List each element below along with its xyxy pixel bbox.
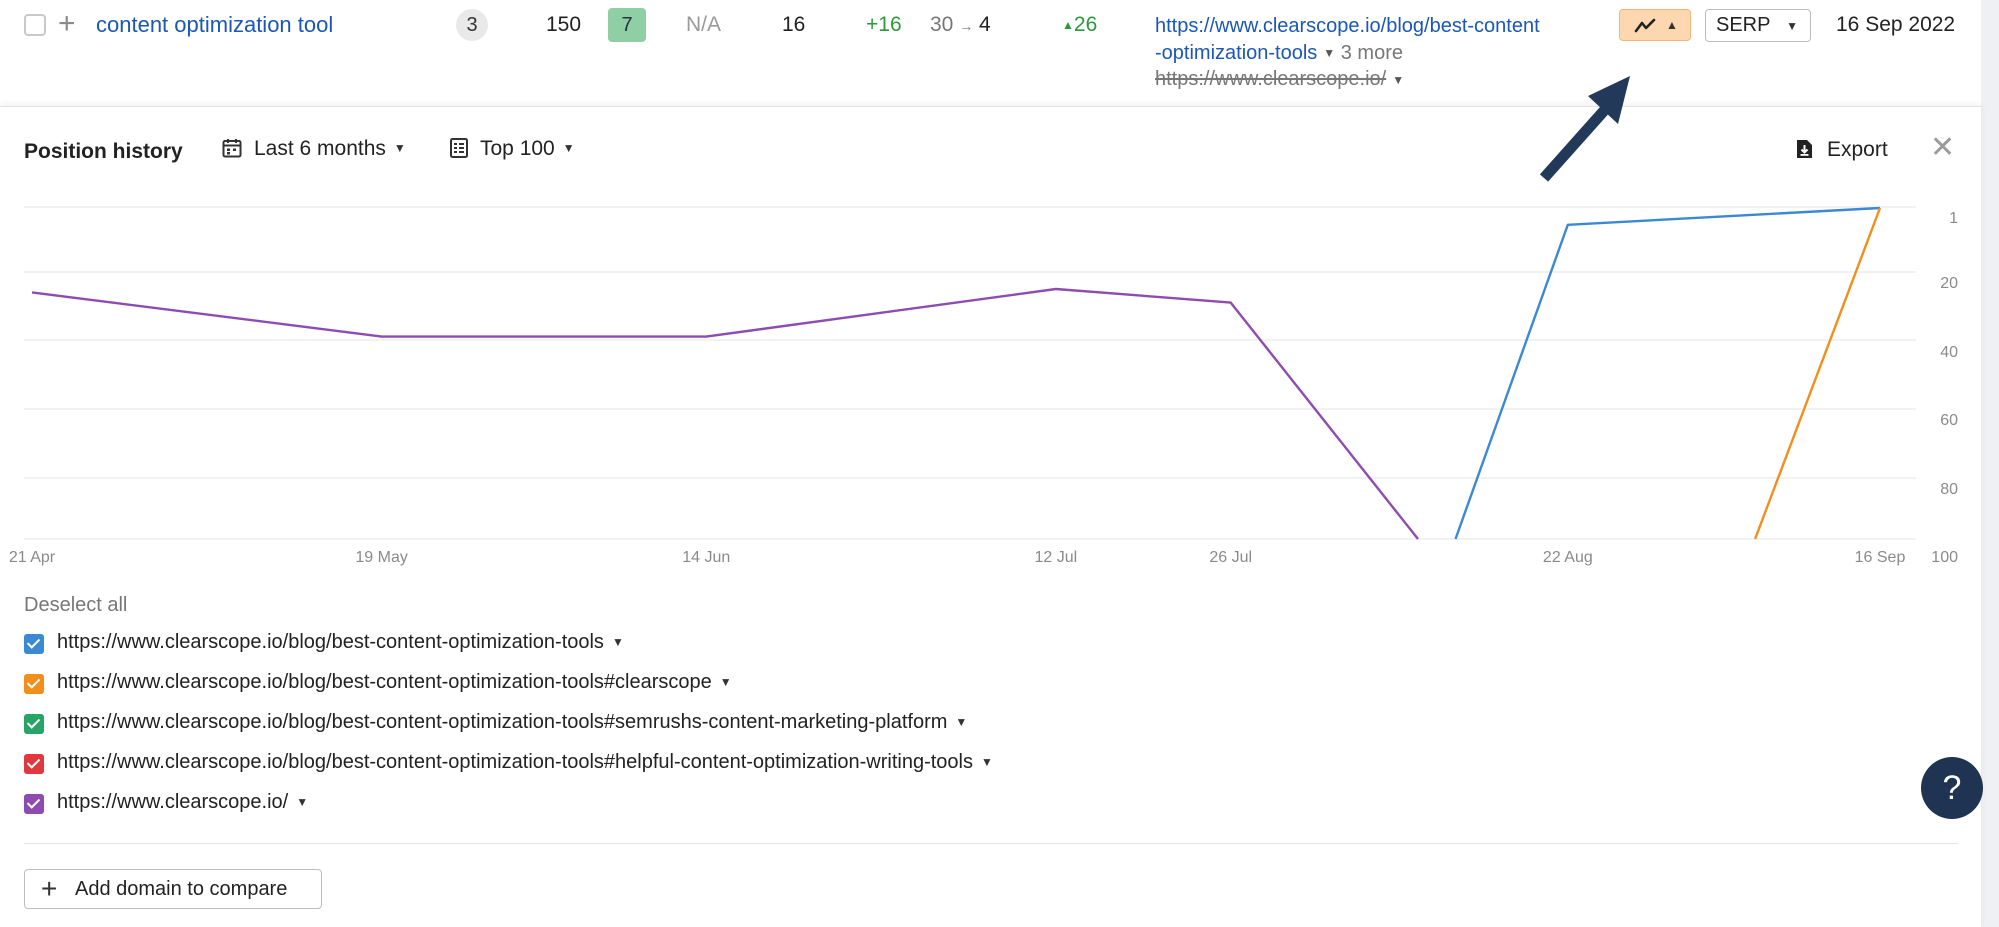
series-checkbox[interactable] (24, 754, 44, 774)
serp-dropdown-button[interactable]: SERP ▼ (1705, 9, 1811, 42)
y-axis-labels: 1 20 40 60 80 100 (1931, 210, 1958, 566)
add-domain-label: Add domain to compare (75, 878, 288, 900)
deselect-all-link[interactable]: Deselect all (24, 594, 127, 617)
plus-icon: + (41, 873, 58, 904)
x-tick-label: 16 Sep (1855, 549, 1906, 566)
more-urls-link[interactable]: 3 more (1341, 42, 1403, 64)
series-checkbox[interactable] (24, 674, 44, 694)
x-tick-label: 14 Jun (682, 549, 730, 566)
caret-up-icon: ▲ (1666, 18, 1678, 32)
serp-button-label: SERP (1716, 14, 1771, 36)
help-button[interactable]: ? (1921, 757, 1983, 819)
add-keyword-icon[interactable]: + (58, 6, 76, 42)
caret-down-icon[interactable]: ▼ (720, 675, 732, 689)
traffic-change: ▲26 (1062, 13, 1097, 37)
ranking-url[interactable]: https://www.clearscope.io/blog/best-cont… (1155, 13, 1540, 67)
triangle-up-icon: ▲ (1062, 18, 1074, 32)
page-scrollbar[interactable] (1981, 0, 1999, 927)
caret-down-icon: ▼ (1786, 19, 1798, 33)
y-tick-label: 20 (1940, 275, 1958, 292)
series-label: https://www.clearscope.io/ (57, 791, 289, 813)
series-label: https://www.clearscope.io/blog/best-cont… (57, 711, 948, 733)
series-checkbox[interactable] (24, 634, 44, 654)
position-from: 30 (930, 13, 954, 36)
last-update-date: 16 Sep 2022 (1836, 13, 1956, 36)
caret-down-icon[interactable]: ▼ (296, 795, 308, 809)
caret-down-icon[interactable]: ▼ (955, 715, 967, 729)
y-tick-label: 80 (1940, 481, 1958, 498)
x-tick-label: 19 May (355, 549, 407, 566)
y-tick-label: 1 (1949, 210, 1958, 227)
volume-value: 150 (546, 13, 582, 36)
chart-grid (24, 206, 1916, 540)
series-line[interactable] (31, 287, 1419, 540)
y-tick-label: 100 (1931, 549, 1958, 566)
x-tick-label: 12 Jul (1035, 549, 1078, 566)
caret-down-icon[interactable]: ▼ (981, 755, 993, 769)
position-history-chart: 21 Apr 19 May 14 Jun 12 Jul 26 Jul 22 Aug 16 S… (9, 206, 1958, 566)
ranking-url-line1[interactable]: https://www.clearscope.io/blog/best-cont… (1155, 13, 1540, 40)
help-label: ? (1942, 769, 1962, 807)
x-axis-labels: 21 Apr 19 May 14 Jun 12 Jul 26 Jul 22 Aug 16 S… (9, 549, 1906, 566)
ranking-url-line2[interactable]: -optimization-tools (1155, 42, 1317, 64)
previous-url[interactable]: https://www.clearscope.io/ ▼ (1155, 68, 1404, 91)
position-value: 16 (782, 13, 806, 36)
series-label: https://www.clearscope.io/blog/best-cont… (57, 751, 973, 773)
position-from-to: 30 → 4 (930, 13, 991, 37)
divider (24, 843, 1958, 844)
cpc-value: N/A (686, 13, 722, 36)
y-tick-label: 40 (1940, 344, 1958, 361)
annotation-arrow (1539, 76, 1630, 182)
caret-down-icon[interactable]: ▼ (612, 635, 624, 649)
x-tick-label: 22 Aug (1543, 549, 1593, 566)
position-change: +16 (866, 13, 902, 36)
previous-url-dropdown-icon[interactable]: ▼ (1392, 73, 1404, 87)
arrow-right-icon: → (959, 18, 974, 34)
series-label: https://www.clearscope.io/blog/best-cont… (57, 671, 712, 693)
add-domain-to-compare-button[interactable]: + Add domain to compare (24, 869, 322, 909)
series-line[interactable] (1753, 207, 1882, 540)
chart-series (31, 206, 1882, 540)
series-label: https://www.clearscope.io/blog/best-cont… (57, 631, 604, 653)
keyword-link[interactable]: content optimization tool (96, 12, 333, 38)
position-history-panel: Position history Last 6 months ▼ Top 100 ▼… (0, 106, 1981, 927)
series-checkbox[interactable] (24, 794, 44, 814)
row-checkbox[interactable] (24, 14, 46, 36)
x-tick-label: 26 Jul (1209, 549, 1252, 566)
traffic-change-value: 26 (1073, 13, 1098, 36)
line-chart-icon (1634, 18, 1656, 33)
y-tick-label: 60 (1940, 412, 1958, 429)
series-checkbox[interactable] (24, 714, 44, 734)
serp-features-count[interactable]: 3 (456, 9, 488, 41)
keyword-row: + content optimization tool 3 150 7 N/A … (0, 0, 1999, 106)
previous-url-text[interactable]: https://www.clearscope.io/ (1155, 68, 1386, 90)
kd-badge: 7 (608, 8, 646, 42)
x-tick-label: 21 Apr (9, 549, 56, 566)
position-history-toggle-button[interactable]: ▲ (1619, 9, 1691, 41)
url-dropdown-icon[interactable]: ▼ (1323, 40, 1335, 67)
position-to: 4 (979, 13, 991, 36)
